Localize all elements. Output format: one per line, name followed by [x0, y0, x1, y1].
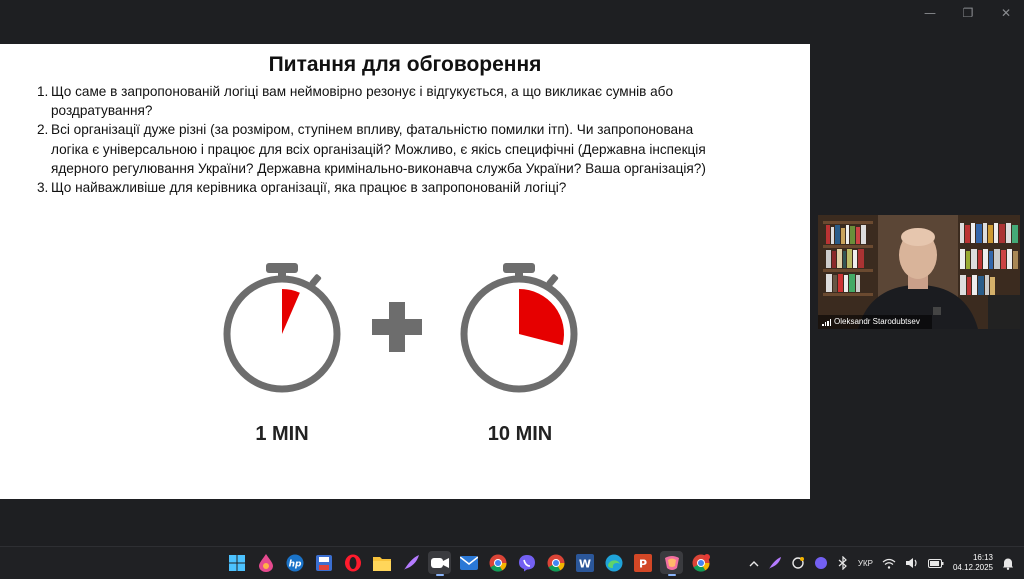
question-number: 3. — [37, 180, 49, 196]
svg-text:P: P — [638, 557, 646, 570]
svg-text:hp: hp — [288, 559, 301, 569]
question-text-line: ядерного регулювання України? Державна к… — [51, 160, 706, 176]
battery-icon[interactable] — [927, 558, 944, 568]
question-list: 1. Що саме в запропонованій логіці вам не… — [37, 82, 777, 197]
wifi-icon[interactable] — [882, 558, 896, 569]
chrome-profile-icon[interactable] — [544, 551, 567, 574]
slide-title: Питання для обговорення — [268, 53, 542, 76]
participant-name-tag: Oleksandr Starodubtsev — [818, 315, 932, 329]
question-text-line: логіка є універсальною і працює для всіх… — [51, 141, 706, 157]
opera-icon[interactable] — [341, 551, 364, 574]
clock[interactable]: 16:13 04.12.2025 — [953, 553, 993, 573]
windows-start-icon[interactable] — [225, 551, 248, 574]
clock-time: 16:13 — [972, 553, 993, 562]
question-number: 2. — [37, 122, 49, 138]
timer-label-10: 10 MIN — [487, 423, 553, 445]
signal-strength-icon — [822, 318, 831, 326]
question-text-line: Що найважливіше для керівника організаці… — [51, 180, 567, 196]
question-text-line: роздратування? — [51, 103, 153, 119]
copilot-icon[interactable] — [660, 551, 683, 576]
close-button[interactable]: ✕ — [1000, 6, 1012, 20]
clock-date: 04.12.2025 — [952, 563, 993, 572]
volume-icon[interactable] — [905, 557, 919, 569]
chevron-up-icon[interactable] — [749, 560, 759, 567]
presentation-slide: Питання для обговорення 1. Що саме в запр… — [0, 44, 810, 499]
stopwatch-elapsed-sector — [282, 289, 300, 334]
timer-label-1: 1 MIN — [255, 423, 309, 445]
question-number: 1. — [37, 84, 49, 99]
participant-name: Oleksandr Starodubtsev — [834, 317, 920, 326]
save-app-icon[interactable] — [312, 551, 335, 574]
participant-video-tile[interactable]: Oleksandr Starodubtsev — [818, 215, 1020, 329]
question-item: 3. Що найважливіше для керівника організа… — [37, 178, 777, 197]
word-icon[interactable]: W — [573, 551, 596, 574]
viber-tray-icon[interactable] — [814, 556, 828, 570]
stopwatch-1-min — [223, 263, 341, 393]
viber-icon[interactable] — [515, 551, 538, 574]
svg-text:W: W — [578, 557, 590, 570]
taskbar-app-icons: hp W P — [225, 551, 712, 576]
window-controls: — ❐ ✕ — [924, 6, 1012, 20]
quill-tray-icon[interactable] — [768, 556, 782, 570]
hp-icon[interactable]: hp — [283, 551, 306, 574]
zoom-icon[interactable] — [428, 551, 451, 576]
powerpoint-icon[interactable]: P — [631, 551, 654, 574]
windows-taskbar: hp W P УКР 16:13 04.12.2025 — [0, 546, 1024, 579]
file-explorer-icon[interactable] — [370, 551, 393, 574]
minimize-button[interactable]: — — [924, 6, 936, 20]
question-item: 1. Що саме в запропонованій логіці вам не… — [37, 82, 777, 120]
input-language[interactable]: УКР — [858, 559, 873, 568]
quill-pen-icon[interactable] — [399, 551, 422, 574]
chrome-notify-icon[interactable] — [689, 551, 712, 574]
sync-icon[interactable] — [791, 556, 805, 570]
plus-icon — [372, 302, 422, 352]
paint-drop-icon[interactable] — [254, 551, 277, 574]
stopwatch-10-min — [460, 263, 578, 393]
question-text-line: Що саме в запропонованій логіці вам нейм… — [51, 84, 674, 99]
system-tray: УКР 16:13 04.12.2025 — [749, 547, 1024, 579]
question-text-line: Всі організації дуже різні (за розміром,… — [51, 122, 694, 138]
edge-icon[interactable] — [602, 551, 625, 574]
bluetooth-icon[interactable] — [837, 556, 849, 570]
question-item: 2. Всі організації дуже різні (за розміро… — [37, 120, 777, 178]
restore-button[interactable]: ❐ — [962, 6, 974, 20]
participant-video-feed — [818, 215, 1020, 329]
notification-bell-icon[interactable] — [1002, 557, 1014, 570]
chrome-icon[interactable] — [486, 551, 509, 574]
mail-icon[interactable] — [457, 551, 480, 574]
